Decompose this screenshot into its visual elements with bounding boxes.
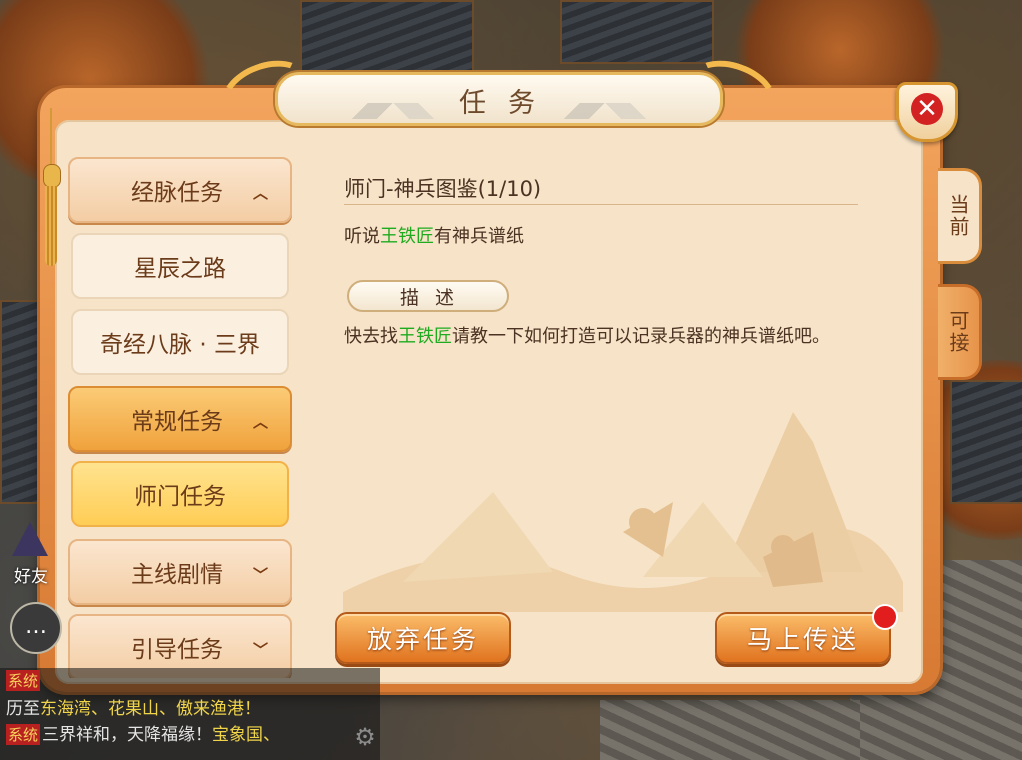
divider: [344, 204, 858, 205]
quest-summary: 听说王铁匠有神兵谱纸: [344, 222, 524, 248]
system-tag: 系统: [6, 670, 41, 691]
nav-item-label: 常规任务: [131, 409, 223, 435]
tassel-ornament: [40, 108, 62, 266]
abandon-quest-button[interactable]: 放弃任务: [335, 612, 511, 664]
title-plaque: 任务: [212, 49, 786, 137]
chevron-down-icon: ﹀: [252, 566, 268, 584]
page-title: 任务: [459, 88, 557, 119]
chat-highlight: 宝象国、: [212, 725, 281, 745]
system-tag: 系统: [6, 724, 41, 745]
nav-category-meridian[interactable]: 经脉任务 ︿: [68, 157, 292, 223]
chevron-up-icon: ︿: [252, 413, 268, 431]
quest-description: 快去找王铁匠请教一下如何打造可以记录兵器的神兵谱纸吧。: [344, 324, 874, 350]
description-text: 快去找: [344, 326, 398, 347]
tab-current[interactable]: 当前: [938, 168, 982, 264]
teleport-button[interactable]: 马上传送: [715, 612, 891, 664]
decorative-illustration: [343, 412, 903, 612]
nav-item-label: 经脉任务: [131, 180, 223, 206]
npc-link[interactable]: 王铁匠: [380, 226, 434, 247]
nav-item-eight-meridians[interactable]: 奇经八脉 · 三界: [71, 309, 289, 375]
nav-item-label: 星辰之路: [134, 256, 226, 282]
summary-text: 听说: [344, 226, 380, 247]
quest-title: 师门-神兵图鉴(1/10): [344, 177, 542, 201]
chat-highlight: 东海湾、花果山、傲来渔港！: [40, 699, 261, 719]
notification-dot: [872, 604, 898, 630]
nav-category-regular[interactable]: 常规任务 ︿: [68, 386, 292, 452]
description-label: 描述: [347, 280, 509, 312]
nav-item-sect-quest[interactable]: 师门任务: [71, 461, 289, 527]
nav-item-label: 引导任务: [131, 637, 223, 663]
quest-category-list: 经脉任务 ︿ 星辰之路 奇经八脉 · 三界 常规任务 ︿ 师门任务 主线剧情 ﹀…: [68, 155, 296, 678]
description-text: 请教一下如何打造可以记录兵器的神兵谱纸吧。: [452, 326, 830, 347]
nav-item-star-path[interactable]: 星辰之路: [71, 233, 289, 299]
npc-link[interactable]: 王铁匠: [398, 326, 452, 347]
nav-category-main-story[interactable]: 主线剧情 ﹀: [68, 539, 292, 605]
quest-detail: 师门-神兵图鉴(1/10) 听说王铁匠有神兵谱纸 描述 快去找王铁匠请教一下如何…: [303, 122, 937, 684]
nav-item-label: 师门任务: [134, 484, 226, 510]
chat-text: 历至: [6, 699, 40, 719]
chat-log[interactable]: 系统 历至东海湾、花果山、傲来渔港！ 系统 三界祥和，天降福缘！宝象国、: [0, 668, 380, 760]
nav-item-label: 奇经八脉 · 三界: [100, 332, 260, 358]
chat-text: 三界祥和，天降福缘！: [42, 725, 213, 745]
friend-label: 好友: [14, 567, 48, 587]
close-icon: ✕: [911, 93, 943, 125]
tab-available[interactable]: 可接: [938, 284, 982, 380]
wizard-hat-icon: [12, 522, 48, 556]
summary-text: 有神兵谱纸: [434, 226, 524, 247]
gear-icon[interactable]: ⚙: [352, 724, 378, 750]
chevron-down-icon: ﹀: [252, 641, 268, 659]
chat-icon[interactable]: …: [10, 602, 62, 654]
nav-item-label: 主线剧情: [131, 562, 223, 588]
chevron-up-icon: ︿: [252, 184, 268, 202]
